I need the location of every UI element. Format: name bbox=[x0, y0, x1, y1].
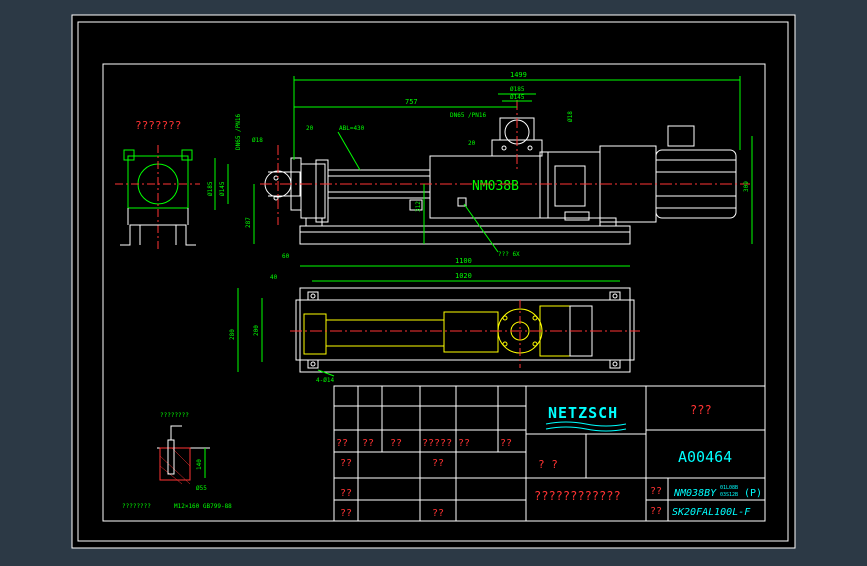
dim-280: 280 bbox=[229, 329, 236, 340]
dim-d55: Ø55 bbox=[196, 485, 207, 492]
dim-1020: 1020 bbox=[455, 272, 472, 280]
company-logo: NETZSCH bbox=[548, 404, 618, 422]
pump-model: NM038BY bbox=[673, 488, 717, 499]
dim-312: 312 bbox=[415, 201, 422, 212]
dim-d145-out: Ø145 bbox=[510, 94, 525, 101]
pump-model-sub-2: 03S12B bbox=[720, 492, 738, 498]
tb-cell-10: ?? bbox=[432, 508, 444, 519]
tb-cell-11: ? ? bbox=[538, 458, 558, 471]
pump-model-sub-1: 01L08B bbox=[720, 485, 738, 491]
tb-cell-8: ?? bbox=[340, 488, 352, 499]
tb-cell-4: ?? bbox=[458, 438, 470, 449]
dim-20-b: 20 bbox=[468, 140, 476, 147]
dim-d18-in: Ø18 bbox=[252, 137, 263, 144]
drawing-svg: ??????? NM038B 1499 757 Ø185 Ø145 DN65 /… bbox=[71, 14, 796, 549]
tb-cell-13: ?? bbox=[650, 506, 662, 517]
outlet-flange-note: DN65 /PN16 bbox=[450, 112, 487, 119]
tb-cell-6: ?? bbox=[340, 458, 352, 469]
pump-model-suffix: (P) bbox=[744, 488, 762, 499]
tb-cell-1: ?? bbox=[362, 438, 374, 449]
tb-cell-9: ?? bbox=[340, 508, 352, 519]
cad-drawing-canvas: ??????? NM038B 1499 757 Ø185 Ø145 DN65 /… bbox=[0, 0, 867, 562]
tb-cell-0: ?? bbox=[336, 438, 348, 449]
bolt-detail-label-top: ???????? bbox=[160, 412, 189, 419]
dim-200: 200 bbox=[253, 325, 260, 336]
dim-1499: 1499 bbox=[510, 71, 527, 79]
tb-cell-5: ?? bbox=[500, 438, 512, 449]
dim-d145-in: Ø145 bbox=[219, 181, 226, 196]
dim-287: 287 bbox=[245, 217, 252, 228]
drawing-title: ??? bbox=[690, 403, 712, 417]
dim-d185-in: Ø185 bbox=[207, 181, 214, 196]
dim-20-a: 20 bbox=[306, 125, 314, 132]
bolt-spec: M12×160 GB799-88 bbox=[174, 503, 232, 510]
dim-d185-out: Ø185 bbox=[510, 86, 525, 93]
motor-model: SK20FAL100L-F bbox=[672, 507, 751, 518]
drawing-description: ???????????? bbox=[534, 489, 621, 503]
tb-cell-3: ????? bbox=[422, 438, 452, 449]
tb-cell-12: ?? bbox=[650, 486, 662, 497]
dim-60: 60 bbox=[282, 253, 290, 260]
left-view-label: ??????? bbox=[135, 119, 181, 132]
dim-4x14: 4-Ø14 bbox=[316, 377, 334, 384]
tb-cell-2: ?? bbox=[390, 438, 402, 449]
bolt-detail-label-bottom: ???????? bbox=[122, 503, 151, 510]
bolt-note: ??? 6X bbox=[498, 251, 520, 258]
dim-309: 309 bbox=[743, 181, 750, 192]
pump-model-label: NM038B bbox=[472, 179, 519, 194]
inlet-flange-note: DN65 /PN16 bbox=[235, 113, 242, 150]
tb-cell-7: ?? bbox=[432, 458, 444, 469]
dim-1100: 1100 bbox=[455, 257, 472, 265]
abl-note: ABL=430 bbox=[339, 125, 365, 132]
drawing-number: A00464 bbox=[678, 448, 732, 466]
dim-140: 140 bbox=[196, 459, 203, 470]
dim-757: 757 bbox=[405, 98, 418, 106]
dim-40: 40 bbox=[270, 274, 278, 281]
dim-d18-out: Ø18 bbox=[567, 111, 574, 122]
